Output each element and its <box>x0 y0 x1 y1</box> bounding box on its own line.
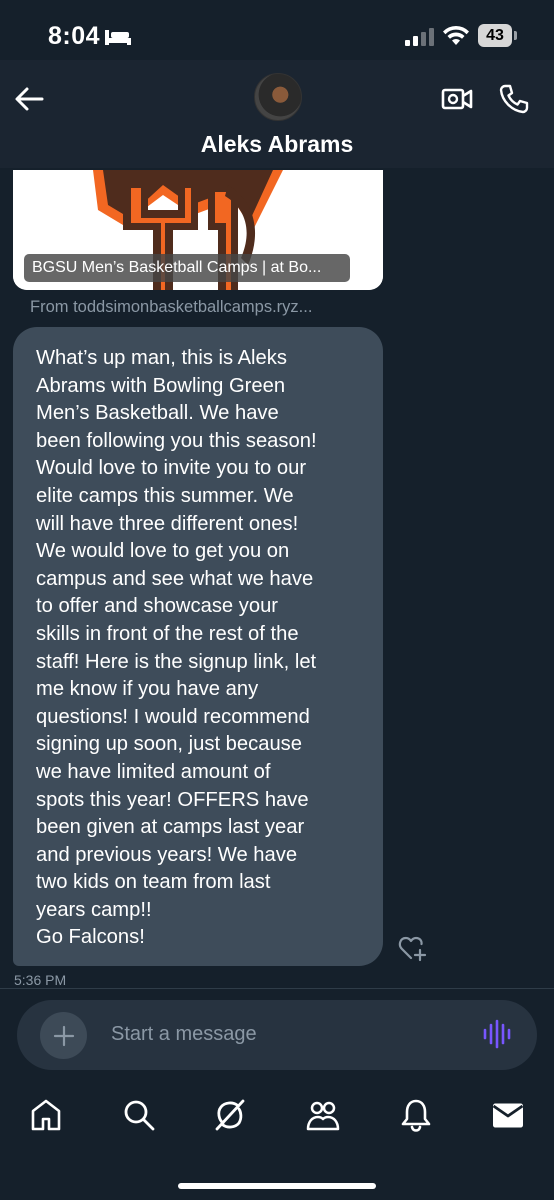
battery-indicator: 43 <box>478 24 512 47</box>
wifi-icon <box>442 25 470 52</box>
search-icon[interactable] <box>122 1098 156 1137</box>
add-reaction-icon[interactable] <box>398 934 428 967</box>
plus-icon <box>53 1025 74 1046</box>
status-time: 8:04 <box>48 22 101 50</box>
communities-icon[interactable] <box>306 1098 340 1137</box>
battery-tip <box>514 31 517 40</box>
messages-icon[interactable] <box>492 1098 524 1137</box>
contact-name[interactable]: Aleks Abrams <box>0 131 554 158</box>
message-text: What’s up man, this is Aleks Abrams with… <box>36 347 317 949</box>
grok-icon[interactable] <box>213 1098 247 1137</box>
add-media-button[interactable] <box>40 1012 87 1059</box>
message-timestamp: 5:36 PM <box>14 972 67 988</box>
back-arrow-icon[interactable] <box>14 86 44 117</box>
sleep-focus-icon <box>104 28 132 51</box>
phone-call-icon[interactable] <box>498 83 530 120</box>
message-composer[interactable] <box>17 1000 537 1070</box>
link-card-source: From toddsimonbasketballcamps.ryz... <box>30 298 313 316</box>
home-icon[interactable] <box>30 1098 62 1137</box>
cellular-signal-icon <box>404 28 434 51</box>
home-indicator[interactable] <box>178 1183 376 1189</box>
link-card-title[interactable]: BGSU Men’s Basketball Camps | at Bo... <box>24 254 350 282</box>
contact-name-text: Aleks Abrams <box>200 131 354 157</box>
composer-divider <box>0 988 554 989</box>
contact-avatar[interactable] <box>254 73 302 121</box>
video-call-icon[interactable] <box>440 84 474 119</box>
voice-message-icon[interactable] <box>482 1019 512 1054</box>
message-input[interactable]: Start a message <box>111 1023 257 1046</box>
notifications-icon[interactable] <box>400 1098 432 1137</box>
